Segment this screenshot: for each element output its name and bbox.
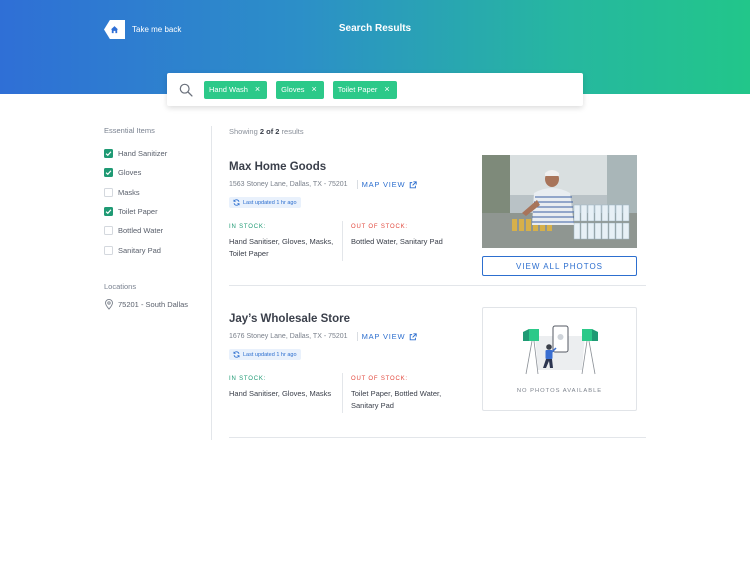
- checkbox-checked[interactable]: [104, 149, 113, 159]
- map-view-label: MAP VIEW: [361, 180, 406, 189]
- page-title: Search Results: [338, 23, 412, 34]
- filter-hand-sanitizer[interactable]: Hand Sanitizer: [104, 144, 204, 163]
- filter-gloves[interactable]: Gloves: [104, 163, 204, 182]
- chip-label: Toilet Paper: [337, 85, 378, 94]
- filter-label: Bottled Water: [118, 226, 164, 236]
- view-all-photos-button[interactable]: VIEW ALL PHOTOS: [482, 256, 637, 276]
- last-updated-text: Last updated 1 hr ago: [243, 351, 297, 358]
- essential-items-heading: Essential Items: [104, 126, 155, 135]
- last-updated-text: Last updated 1 hr ago: [243, 199, 297, 206]
- in-stock-label: IN STOCK:: [229, 376, 267, 382]
- refresh-icon: [233, 351, 240, 358]
- map-view-link[interactable]: MAP VIEW: [356, 332, 418, 341]
- location-label: 75201 - South Dallas: [118, 299, 189, 309]
- filter-sanitary-pad[interactable]: Sanitary Pad: [104, 240, 204, 259]
- out-of-stock-column: OUT OF STOCK: Bottled Water, Sanitary Pa…: [342, 221, 464, 261]
- remove-chip-icon[interactable]: ×: [312, 85, 317, 94]
- checkbox-checked[interactable]: [104, 168, 113, 178]
- filter-label: Toilet Paper: [118, 207, 158, 217]
- in-stock-items: Hand Sanitiser, Gloves, Masks: [229, 388, 332, 398]
- results-prefix: Showing: [229, 127, 260, 136]
- in-stock-column: IN STOCK: Hand Sanitiser, Gloves, Masks: [229, 373, 342, 413]
- filter-chip-hand-wash: Hand Wash ×: [204, 80, 268, 99]
- refresh-icon: [233, 199, 240, 206]
- in-stock-items: Hand Sanitiser, Gloves, Masks, Toilet Pa…: [229, 236, 334, 259]
- last-updated-badge: Last updated 1 hr ago: [229, 197, 301, 208]
- in-stock-label: IN STOCK:: [229, 224, 267, 230]
- out-of-stock-label: OUT OF STOCK:: [351, 376, 408, 382]
- filter-toilet-paper[interactable]: Toilet Paper: [104, 202, 204, 221]
- search-bar[interactable]: Hand Wash × Gloves × Toilet Paper ×: [167, 73, 583, 106]
- last-updated-badge: Last updated 1 hr ago: [229, 349, 301, 360]
- checkbox-unchecked[interactable]: [104, 226, 113, 236]
- chip-label: Gloves: [281, 85, 305, 94]
- results-suffix: results: [279, 127, 304, 136]
- map-view-link[interactable]: MAP VIEW: [356, 180, 418, 189]
- checkbox-unchecked[interactable]: [104, 187, 113, 197]
- photographer-illustration: [523, 325, 598, 375]
- out-of-stock-items: Bottled Water, Sanitary Pad: [351, 236, 443, 246]
- location-item[interactable]: 75201 - South Dallas: [104, 298, 204, 310]
- in-stock-column: IN STOCK: Hand Sanitiser, Gloves, Masks,…: [229, 221, 342, 261]
- filter-sidebar: Essential Items Hand Sanitizer Gloves Ma…: [104, 126, 204, 310]
- filter-bottled-water[interactable]: Bottled Water: [104, 221, 204, 240]
- location-pin-icon: [105, 298, 113, 310]
- result-separator: [229, 285, 646, 286]
- locations-heading: Locations: [104, 281, 137, 291]
- out-of-stock-items: Toilet Paper, Bottled Water, Sanitary Pa…: [351, 388, 442, 411]
- filter-label: Sanitary Pad: [118, 245, 161, 255]
- filter-chip-gloves: Gloves ×: [276, 80, 324, 99]
- result-separator: [229, 437, 646, 438]
- out-of-stock-column: OUT OF STOCK: Toilet Paper, Bottled Wate…: [342, 373, 464, 413]
- checkbox-checked[interactable]: [104, 207, 113, 217]
- results-count: Showing 2 of 2 results: [229, 127, 304, 136]
- no-photos-text: NO PHOTOS AVAILABLE: [516, 388, 603, 394]
- chip-label: Hand Wash: [209, 85, 248, 94]
- store-address: 1676 Stoney Lane, Dallas, TX - 75201: [229, 333, 348, 340]
- no-photos-placeholder: NO PHOTOS AVAILABLE: [482, 307, 637, 411]
- map-view-label: MAP VIEW: [361, 332, 406, 341]
- remove-chip-icon[interactable]: ×: [255, 85, 260, 94]
- store-photo[interactable]: [482, 155, 637, 248]
- external-link-icon: [410, 332, 418, 340]
- out-of-stock-label: OUT OF STOCK:: [351, 224, 408, 230]
- external-link-icon: [410, 180, 418, 188]
- checkbox-unchecked[interactable]: [104, 245, 113, 255]
- filter-label: Hand Sanitizer: [118, 149, 168, 159]
- remove-chip-icon[interactable]: ×: [384, 85, 389, 94]
- filter-masks[interactable]: Masks: [104, 183, 204, 202]
- search-icon: [179, 83, 193, 97]
- filter-label: Gloves: [118, 168, 142, 178]
- vertical-divider: [211, 126, 212, 440]
- filter-label: Masks: [118, 187, 140, 197]
- store-address: 1563 Stoney Lane, Dallas, TX - 75201: [229, 181, 348, 188]
- results-shown: 2 of 2: [259, 127, 280, 136]
- filter-chip-toilet-paper: Toilet Paper ×: [332, 80, 397, 99]
